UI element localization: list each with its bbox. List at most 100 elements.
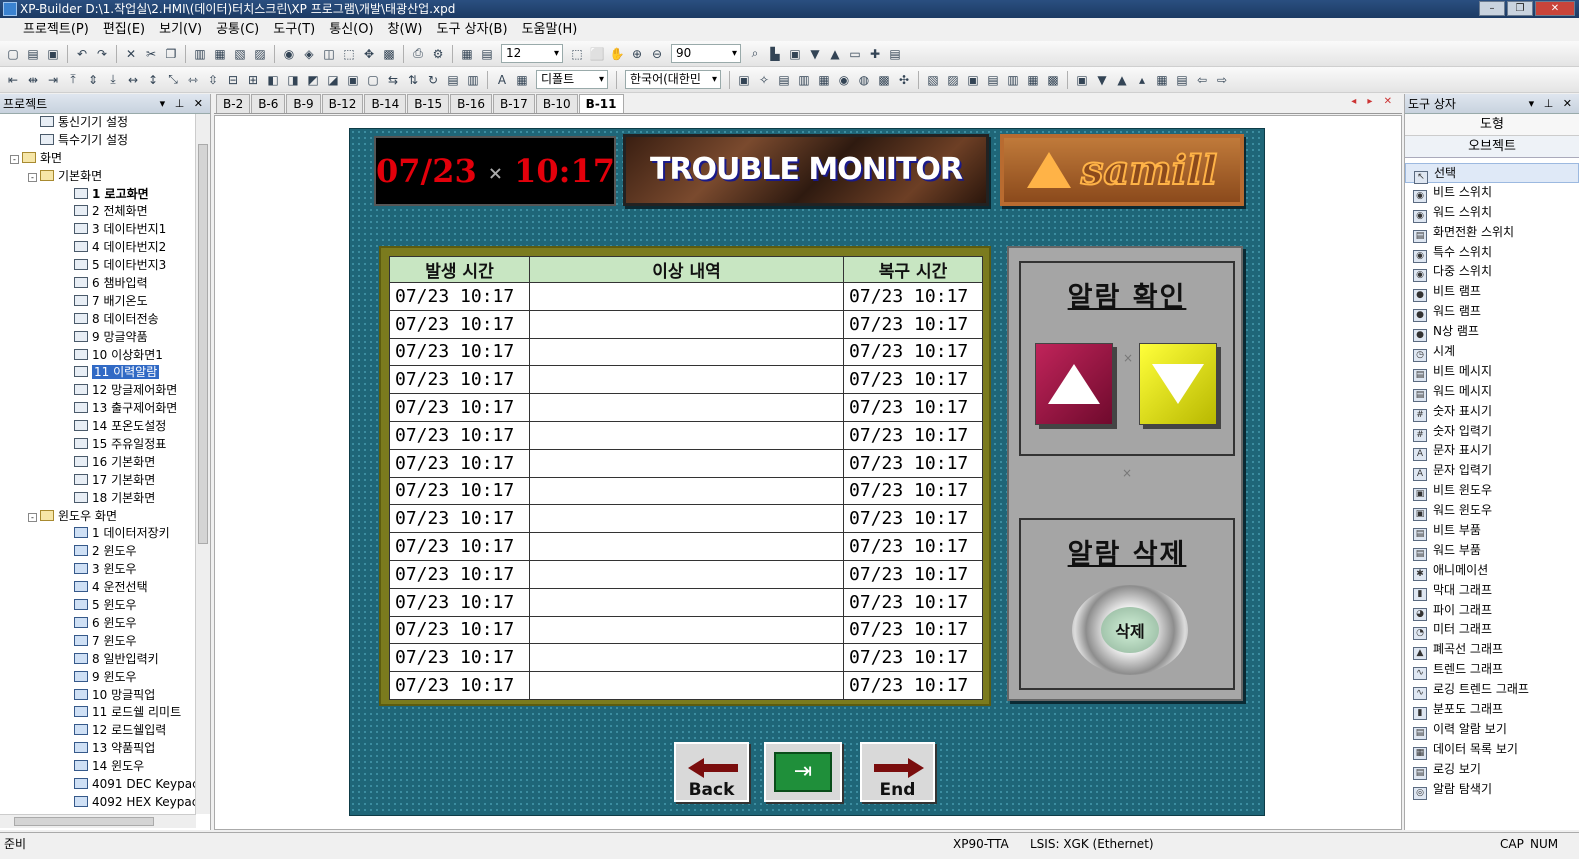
- image-icon[interactable]: ▩: [380, 45, 398, 63]
- table-row[interactable]: 07/23 10:17 07/23 10:17: [389, 448, 983, 478]
- tool-k-icon[interactable]: ▨: [944, 71, 962, 89]
- end-button[interactable]: End: [860, 742, 935, 802]
- toolbox-item[interactable]: ◕ 파이 그래프: [1405, 601, 1579, 621]
- tool-c-icon[interactable]: ▤: [775, 71, 793, 89]
- tree-item[interactable]: 18 기본화면: [0, 490, 196, 508]
- toolbox-item[interactable]: ∿ 트렌드 그래프: [1405, 660, 1579, 681]
- tab-b-6[interactable]: B-6: [251, 94, 286, 113]
- tree-item[interactable]: 6 윈도우: [0, 615, 196, 633]
- property-icon[interactable]: ▤: [444, 71, 462, 89]
- tree-item[interactable]: 2 윈도우: [0, 543, 196, 561]
- zoom-out-icon[interactable]: ⊖: [648, 45, 666, 63]
- tree-item[interactable]: 1 데이터저장키: [0, 525, 196, 543]
- tool-l-icon[interactable]: ▣: [964, 71, 982, 89]
- tab-b-2[interactable]: B-2: [216, 94, 251, 113]
- tab-b-9[interactable]: B-9: [286, 94, 321, 113]
- toolbox-item[interactable]: ◔ 미터 그래프: [1405, 620, 1579, 641]
- table-row[interactable]: 07/23 10:17 07/23 10:17: [389, 504, 983, 534]
- undo-icon[interactable]: ↶: [73, 45, 91, 63]
- tool-v-icon[interactable]: ▤: [1173, 71, 1191, 89]
- exit-button[interactable]: ⇥: [764, 742, 842, 802]
- menu-project[interactable]: 프로젝트(P): [16, 19, 96, 41]
- tree-item[interactable]: 4092 HEX Keypac: [0, 794, 196, 812]
- tool-a-icon[interactable]: ▣: [735, 71, 753, 89]
- ungroup2-icon[interactable]: ▥: [464, 71, 482, 89]
- menu-help[interactable]: 도움말(H): [515, 19, 585, 41]
- duplicate-icon[interactable]: ▦: [211, 45, 229, 63]
- fit-icon[interactable]: ⬚: [568, 45, 586, 63]
- rect-select-icon[interactable]: ⬚: [340, 45, 358, 63]
- toolbox-item[interactable]: ▣ 비트 윈도우: [1405, 481, 1579, 502]
- tree-item[interactable]: 1 로고화면: [0, 186, 196, 204]
- flip-v-icon[interactable]: ⇅: [404, 71, 422, 89]
- table-row[interactable]: 07/23 10:17 07/23 10:17: [389, 476, 983, 506]
- toolbox-item[interactable]: ● 비트 램프: [1405, 282, 1579, 303]
- table-row[interactable]: 07/23 10:17 07/23 10:17: [389, 559, 983, 589]
- tree-item[interactable]: - 기본화면: [0, 168, 196, 186]
- same-width-icon[interactable]: ↔: [124, 71, 142, 89]
- lock-icon[interactable]: ▣: [344, 71, 362, 89]
- move-icon[interactable]: ✥: [360, 45, 378, 63]
- group-icon[interactable]: ▧: [231, 45, 249, 63]
- toolbox-item[interactable]: ✱ 애니메이션: [1405, 561, 1579, 581]
- tree-item[interactable]: 통신기기 설정: [0, 114, 196, 132]
- tree-item[interactable]: 13 출구제어화면: [0, 400, 196, 418]
- tool-t-icon[interactable]: ▴: [1133, 71, 1151, 89]
- redo-icon[interactable]: ↷: [93, 45, 111, 63]
- align-right-icon[interactable]: ⇥: [44, 71, 62, 89]
- tab-b-11[interactable]: B-11: [578, 94, 624, 113]
- tree-item[interactable]: 17 기본화면: [0, 472, 196, 490]
- tool-s-icon[interactable]: ▲: [1113, 71, 1131, 89]
- table-row[interactable]: 07/23 10:17 07/23 10:17: [389, 671, 983, 700]
- toolbox-item[interactable]: ▤ 워드 메시지: [1405, 382, 1579, 402]
- toolbox-item[interactable]: ◎ 알람 탐색기: [1405, 780, 1579, 800]
- tab-b-10[interactable]: B-10: [535, 94, 578, 113]
- toolbox-item[interactable]: ▤ 화면전환 스위치: [1405, 223, 1579, 243]
- center-v-icon[interactable]: ⊞: [244, 71, 262, 89]
- print-icon[interactable]: ⎙: [409, 45, 427, 63]
- tree-item[interactable]: 4 데이타번지2: [0, 239, 196, 257]
- nav-right-icon[interactable]: ⇨: [1213, 71, 1231, 89]
- tree-expander-icon[interactable]: -: [28, 512, 37, 522]
- toolbox-item[interactable]: A 문자 표시기: [1405, 441, 1579, 462]
- toolbox-item[interactable]: ● 워드 램프: [1405, 302, 1579, 323]
- toolbox-tab-objects[interactable]: 오브젝트: [1405, 136, 1579, 158]
- toolbox-item[interactable]: ▦ 데이터 목록 보기: [1405, 740, 1579, 760]
- nav-left-icon[interactable]: ⇦: [1193, 71, 1211, 89]
- menu-edit[interactable]: 편집(E): [96, 19, 152, 41]
- table-row[interactable]: 07/23 10:17 07/23 10:17: [389, 587, 983, 617]
- toolbox-item[interactable]: ◉ 비트 스위치: [1405, 183, 1579, 203]
- unlock-icon[interactable]: ▢: [364, 71, 382, 89]
- download-icon[interactable]: ▼: [806, 45, 824, 63]
- tool-f-icon[interactable]: ◉: [835, 71, 853, 89]
- toolbox-tab-shapes[interactable]: 도형: [1405, 114, 1579, 136]
- tool-i-icon[interactable]: ✣: [895, 71, 913, 89]
- tree-item[interactable]: 8 데이터전송: [0, 311, 196, 329]
- tree-item[interactable]: 10 이상화면1: [0, 347, 196, 365]
- tool-r-icon[interactable]: ▼: [1093, 71, 1111, 89]
- new-file-icon[interactable]: ▢: [4, 45, 22, 63]
- menu-common[interactable]: 공통(C): [209, 19, 266, 41]
- delete-button[interactable]: 삭제: [1072, 585, 1188, 675]
- toolbox-item[interactable]: ∿ 로깅 트렌드 그래프: [1405, 680, 1579, 701]
- toolbox-item[interactable]: ● N상 램프: [1405, 322, 1579, 343]
- tool-u-icon[interactable]: ▦: [1153, 71, 1171, 89]
- bring-front-icon[interactable]: ◧: [264, 71, 282, 89]
- send-back-icon[interactable]: ◨: [284, 71, 302, 89]
- toolbox-item[interactable]: ◉ 워드 스위치: [1405, 203, 1579, 223]
- tab-nav-icon[interactable]: ◂ ▸ ✕: [1351, 96, 1396, 107]
- tree-item[interactable]: - 윈도우 화면: [0, 508, 196, 526]
- toolbox-item[interactable]: ↖ 선택: [1405, 163, 1579, 184]
- toolbox-item[interactable]: ◷ 시계: [1405, 342, 1579, 363]
- toolbox-item[interactable]: ▣ 워드 윈도우: [1405, 501, 1579, 522]
- backward-icon[interactable]: ◪: [324, 71, 342, 89]
- table-row[interactable]: 07/23 10:17 07/23 10:17: [389, 365, 983, 395]
- tree-item[interactable]: 8 일반입력키: [0, 651, 196, 669]
- simulate-icon[interactable]: ▣: [786, 45, 804, 63]
- object-icon[interactable]: ◈: [300, 45, 318, 63]
- tree-item[interactable]: 14 포온도설정: [0, 418, 196, 436]
- tool-h-icon[interactable]: ▩: [875, 71, 893, 89]
- open-folder-icon[interactable]: ▤: [24, 45, 42, 63]
- toolbox-item[interactable]: ▤ 워드 부품: [1405, 541, 1579, 561]
- tool-b-icon[interactable]: ✧: [755, 71, 773, 89]
